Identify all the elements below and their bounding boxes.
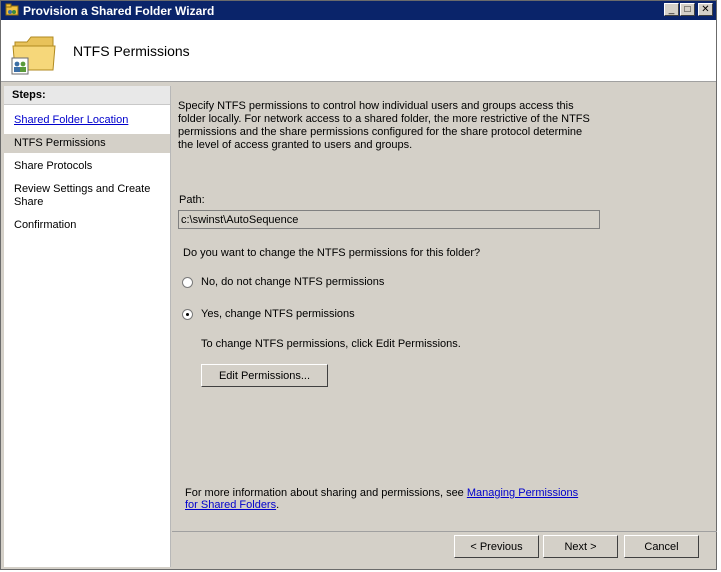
footer-period: . bbox=[276, 499, 280, 511]
minimize-icon[interactable]: _ bbox=[664, 3, 679, 16]
shared-folder-icon bbox=[11, 36, 56, 75]
step-review-settings: Review Settings and Create Share bbox=[14, 183, 151, 208]
wizard-app-icon bbox=[5, 3, 19, 16]
step-ntfs-permissions: NTFS Permissions bbox=[4, 134, 170, 153]
footer-text: For more information about sharing and p… bbox=[185, 487, 467, 499]
window-title: Provision a Shared Folder Wizard bbox=[23, 4, 215, 18]
description-text: Specify NTFS permissions to control how … bbox=[178, 100, 590, 151]
page-header: NTFS Permissions bbox=[1, 20, 716, 82]
steps-heading: Steps: bbox=[4, 86, 170, 105]
content-area: Specify NTFS permissions to control how … bbox=[174, 86, 714, 531]
previous-button[interactable]: < Previous bbox=[454, 535, 539, 558]
radio-yes-change[interactable] bbox=[182, 309, 193, 320]
path-field: c:\swinst\AutoSequence bbox=[178, 210, 600, 229]
title-bar[interactable]: Provision a Shared Folder Wizard _ □ ✕ bbox=[1, 1, 716, 20]
path-label: Path: bbox=[179, 194, 205, 206]
close-icon[interactable]: ✕ bbox=[698, 3, 713, 16]
step-confirmation: Confirmation bbox=[14, 219, 77, 231]
step-shared-folder-location[interactable]: Shared Folder Location bbox=[4, 111, 170, 130]
maximize-icon[interactable]: □ bbox=[680, 3, 695, 16]
button-separator bbox=[172, 531, 717, 532]
cancel-button[interactable]: Cancel bbox=[624, 535, 699, 558]
steps-panel: Steps: Shared Folder Location NTFS Permi… bbox=[4, 86, 171, 567]
wizard-window: Provision a Shared Folder Wizard _ □ ✕ N… bbox=[0, 0, 717, 570]
step-share-protocols: Share Protocols bbox=[14, 160, 93, 172]
question-text: Do you want to change the NTFS permissio… bbox=[183, 247, 481, 259]
page-title: NTFS Permissions bbox=[73, 43, 190, 59]
radio-no-change-label[interactable]: No, do not change NTFS permissions bbox=[201, 276, 384, 288]
help-footer: For more information about sharing and p… bbox=[185, 487, 585, 511]
edit-hint-text: To change NTFS permissions, click Edit P… bbox=[201, 338, 461, 350]
background-window-edge bbox=[717, 0, 721, 572]
radio-yes-change-label[interactable]: Yes, change NTFS permissions bbox=[201, 308, 355, 320]
radio-no-change[interactable] bbox=[182, 277, 193, 288]
next-button[interactable]: Next > bbox=[543, 535, 618, 558]
edit-permissions-button[interactable]: Edit Permissions... bbox=[201, 364, 328, 387]
